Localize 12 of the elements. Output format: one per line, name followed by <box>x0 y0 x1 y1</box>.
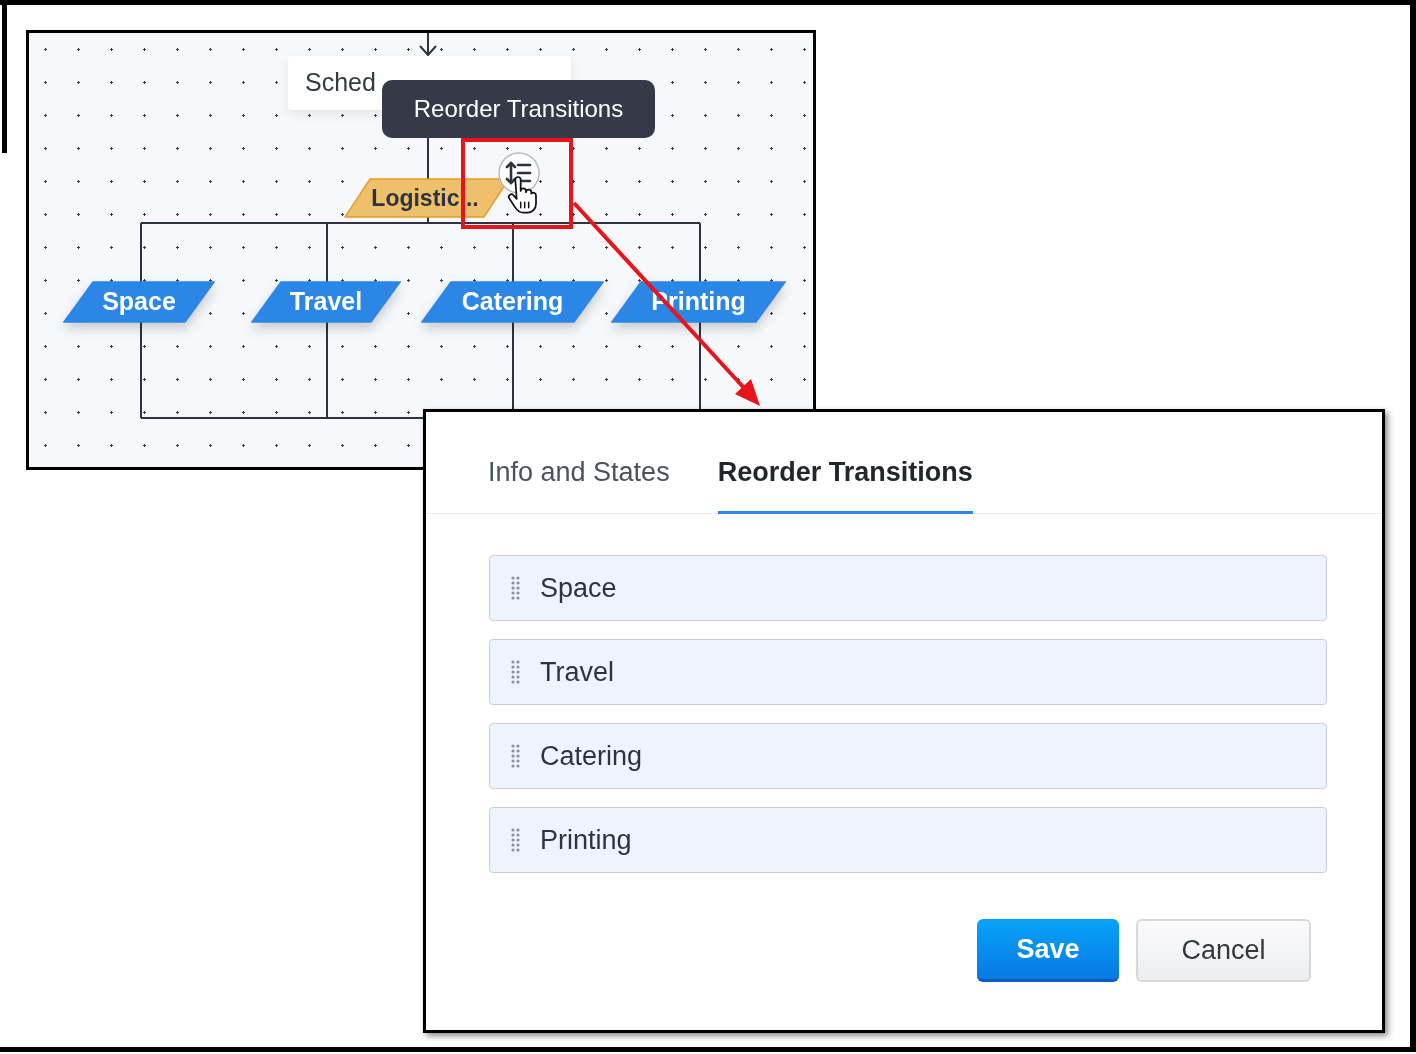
sortable-item[interactable]: Travel <box>489 639 1327 705</box>
cancel-button[interactable]: Cancel <box>1136 919 1311 982</box>
sortable-item[interactable]: Printing <box>489 807 1327 873</box>
sortable-item[interactable]: Catering <box>489 723 1327 789</box>
tab[interactable]: Info and States <box>488 412 670 514</box>
drag-handle-icon[interactable] <box>511 576 520 600</box>
drag-handle-icon[interactable] <box>511 660 520 684</box>
tab[interactable]: Reorder Transitions <box>717 412 973 514</box>
incoming-arrow <box>419 33 437 57</box>
drag-handle-icon[interactable] <box>511 828 520 852</box>
drag-handle-icon[interactable] <box>511 744 520 768</box>
sortable-item[interactable]: Space <box>489 555 1327 621</box>
